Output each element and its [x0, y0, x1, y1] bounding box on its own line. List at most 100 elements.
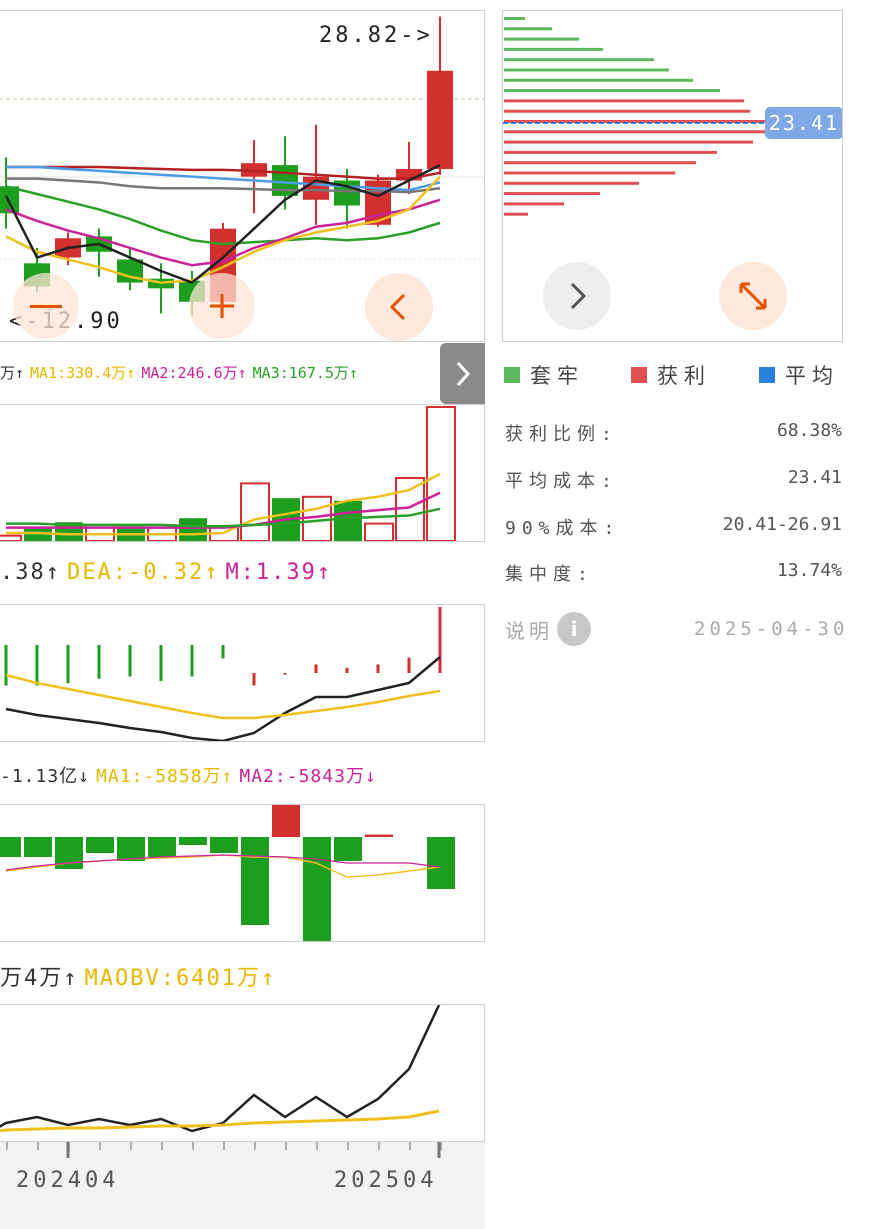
volume-bar: [179, 518, 207, 541]
expand-icon: [739, 282, 767, 310]
maobv-line: [0, 1109, 440, 1133]
fund-flow-bar: [365, 834, 393, 837]
fund-flow-bar: [303, 837, 331, 941]
chevron-right-icon: [570, 282, 587, 310]
x-axis-label-end: 202504: [334, 1168, 438, 1193]
concentration-value: 13.74%: [776, 560, 842, 581]
obv-value: 万4万↑: [0, 966, 79, 991]
chip-bar: [504, 89, 720, 93]
concentration-row: 集中度: 13.74%: [505, 560, 842, 586]
legend-average: 平均: [759, 360, 839, 390]
profit-ratio-value: 68.38%: [776, 420, 842, 441]
cost-90-value: 20.41-26.91: [722, 514, 842, 535]
chip-bar: [504, 78, 693, 82]
fund-flow-bar: [0, 837, 21, 857]
macd-m: M:1.39↑: [225, 560, 333, 585]
candle-body: [0, 186, 19, 214]
fund-flow-bar: [86, 837, 114, 853]
volume-ma3: MA3:167.5万↑: [252, 364, 358, 382]
profit-ratio-row: 获利比例: 68.38%: [505, 420, 842, 446]
macd-diff-line: [5, 656, 441, 741]
volume-value: 万↑: [0, 364, 25, 382]
fund-flow-bar: [148, 837, 176, 857]
high-price-label: 28.82->: [319, 23, 433, 48]
plus-icon: [210, 294, 234, 318]
expand-panel-button[interactable]: [440, 343, 485, 404]
average-swatch: [759, 367, 775, 383]
macd-legend: .38↑ DEA:-0.32↑ M:1.39↑: [0, 560, 338, 585]
avg-cost-tag: 23.41: [765, 107, 842, 139]
chip-bar: [504, 171, 675, 175]
avg-cost-value: 23.41: [787, 467, 842, 488]
fund-main: -1.13亿↓: [0, 766, 91, 787]
fund-ma2: MA2:-5843万↓: [239, 766, 377, 787]
macd-dea: DEA:-0.32↑: [66, 560, 220, 585]
chip-distribution-chart[interactable]: 23.41: [502, 10, 843, 342]
chip-bar: [504, 47, 603, 51]
volume-bar: [364, 522, 394, 541]
macd-dea-line: [5, 673, 441, 720]
scroll-left-button[interactable]: [365, 273, 433, 341]
concentration-label: 集中度:: [505, 564, 594, 585]
minus-icon: [30, 304, 62, 308]
chevron-right-icon: [456, 361, 470, 386]
chip-bar: [504, 202, 564, 206]
legend-loss: 套牢: [504, 360, 584, 390]
chip-bar: [504, 130, 768, 134]
fund-flow-bar: [427, 837, 455, 889]
next-button[interactable]: [543, 262, 611, 330]
fund-flow-bar: [24, 837, 52, 857]
profit-ratio-label: 获利比例:: [505, 424, 618, 445]
fund-ma1: MA1:-5858万↑: [96, 766, 234, 787]
chip-bar: [504, 109, 750, 113]
chip-bar: [504, 17, 525, 20]
cost-90-row: 90%成本: 20.41-26.91: [505, 514, 842, 540]
chip-bar: [504, 150, 717, 154]
fund-flow-bar: [272, 805, 300, 837]
x-axis: 202404 202504: [0, 1142, 485, 1229]
zoom-out-button[interactable]: [13, 273, 79, 339]
volume-bar: [240, 482, 270, 541]
fullscreen-button[interactable]: [719, 262, 787, 330]
chip-date: 2025-04-30: [694, 618, 849, 640]
volume-ma1: MA1:330.4万↑: [30, 364, 136, 382]
volume-bar: [0, 534, 22, 541]
candle-body: [427, 70, 453, 169]
profit-swatch: [631, 367, 647, 383]
fund-flow-bar: [241, 837, 269, 925]
chip-bar: [504, 192, 600, 196]
obv-ma: MAOBV:6401万↑: [84, 966, 277, 991]
fund-flow-bar: [210, 837, 238, 853]
chip-bar: [504, 27, 552, 31]
fund-flow-bar: [117, 837, 145, 861]
macd-diff: .38↑: [0, 560, 61, 585]
avg-cost-row: 平均成本: 23.41: [505, 467, 842, 493]
zoom-in-button[interactable]: [189, 273, 255, 339]
volume-ma2: MA2:246.6万↑: [141, 364, 247, 382]
chip-bar: [504, 37, 579, 41]
obv-legend: 万4万↑ MAOBV:6401万↑: [0, 960, 282, 992]
obv-chart[interactable]: [0, 1004, 485, 1142]
chip-bar: [504, 181, 639, 185]
volume-bar: [334, 500, 362, 541]
obv-line: [0, 1005, 441, 1133]
fund-flow-bar: [179, 837, 207, 845]
fund-flow-bar: [334, 837, 362, 861]
volume-legend: 万↑ MA1:330.4万↑ MA2:246.6万↑ MA3:167.5万↑: [0, 362, 364, 383]
chip-bar: [504, 58, 654, 62]
cost-90-label: 90%成本:: [505, 518, 621, 539]
volume-chart[interactable]: [0, 404, 485, 542]
kline-chart[interactable]: 28.82-> <-12.90: [0, 10, 485, 342]
fund-flow-chart[interactable]: [0, 804, 485, 942]
explanation-link[interactable]: 说明 i: [505, 612, 591, 646]
legend-profit: 获利: [631, 360, 711, 390]
chip-bar: [504, 212, 528, 216]
chip-bar: [504, 99, 744, 103]
chevron-left-icon: [389, 293, 406, 321]
volume-bar: [426, 406, 456, 541]
fund-legend: -1.13亿↓ MA1:-5858万↑ MA2:-5843万↓: [0, 762, 383, 788]
macd-chart[interactable]: [0, 604, 485, 742]
info-icon: i: [557, 612, 591, 646]
chip-bar: [504, 161, 696, 165]
chip-bar: [504, 68, 669, 72]
